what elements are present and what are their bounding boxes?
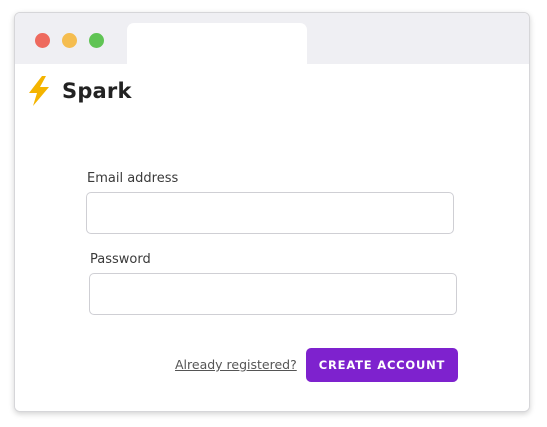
- window-titlebar: [15, 13, 529, 64]
- password-input[interactable]: [89, 273, 457, 315]
- lightning-bolt-icon: [29, 76, 49, 106]
- maximize-window-button[interactable]: [89, 33, 104, 48]
- minimize-window-button[interactable]: [62, 33, 77, 48]
- page-content: Spark Email address Password Already reg…: [15, 64, 529, 411]
- email-input[interactable]: [86, 192, 454, 234]
- browser-tab[interactable]: [127, 23, 307, 64]
- browser-window: Spark Email address Password Already reg…: [14, 12, 530, 412]
- brand: Spark: [26, 76, 132, 106]
- email-label: Email address: [87, 171, 179, 186]
- brand-name: Spark: [62, 79, 132, 103]
- create-account-button[interactable]: CREATE ACCOUNT: [306, 348, 458, 382]
- already-registered-link[interactable]: Already registered?: [175, 357, 297, 372]
- close-window-button[interactable]: [35, 33, 50, 48]
- password-label: Password: [90, 252, 151, 267]
